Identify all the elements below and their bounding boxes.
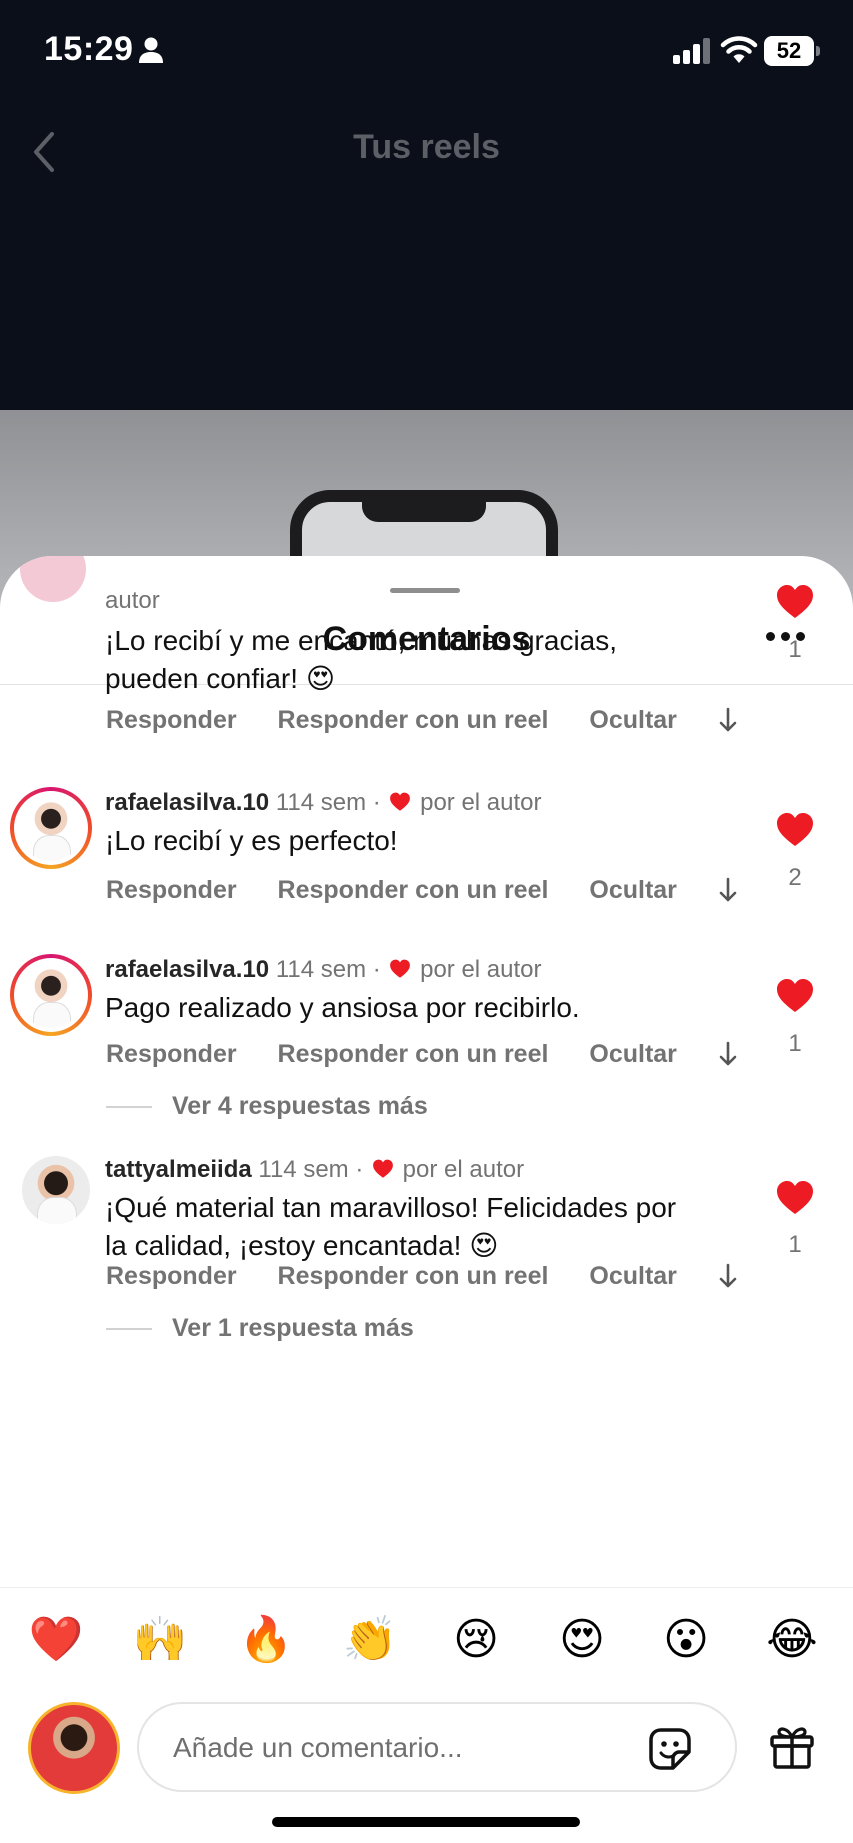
view-more-replies-label: Ver 4 respuestas más: [172, 1092, 428, 1120]
comment-meta: rafaelasilva.10 114 sem · por el autor: [105, 789, 542, 817]
sticker-icon[interactable]: [645, 1724, 695, 1774]
by-author-text: autor: [105, 587, 160, 614]
comment-input-placeholder: Añade un comentario...: [173, 1732, 463, 1763]
down-arrow-icon[interactable]: [718, 1040, 738, 1068]
emoji-bar: ❤️ 🙌 🔥 👏 😢 😍 😮 😂: [0, 1587, 853, 1687]
comment-actions: Responder Responder con un reel Ocultar: [106, 876, 711, 905]
battery-icon: 52: [764, 36, 820, 66]
down-arrow-icon[interactable]: [718, 876, 738, 904]
comment-composer: Añade un comentario...: [0, 1690, 853, 1810]
top-nav: Tus reels: [0, 100, 853, 200]
hide-button[interactable]: Ocultar: [589, 1040, 677, 1068]
emoji-fire[interactable]: 🔥: [236, 1612, 296, 1668]
comment-meta: tattyalmeiida 114 sem · por el autor: [105, 1156, 524, 1184]
hide-button[interactable]: Ocultar: [589, 706, 677, 734]
comment-time: 114 sem ·: [275, 956, 381, 983]
status-time: 15:29: [44, 30, 134, 68]
comment-text-line: ¡Qué material tan maravilloso! Felicidad…: [105, 1192, 677, 1223]
comment-text-line: ¡Lo recibí y me encantó, muchas gracias,: [105, 625, 618, 656]
heart-icon: [390, 959, 411, 978]
reply-with-reel-button[interactable]: Responder con un reel: [278, 706, 549, 734]
like-count: 1: [788, 636, 802, 663]
down-arrow-icon[interactable]: [718, 706, 738, 734]
signal-icon: [673, 38, 710, 64]
comment-time: 114 sem ·: [258, 1156, 364, 1183]
comment-meta: rafaelasilva.10 114 sem · por el autor: [105, 956, 542, 984]
heart-icon: [390, 792, 411, 811]
by-author-text: por el autor: [420, 789, 542, 816]
comment-text: Pago realizado y ansiosa por recibirlo.: [105, 992, 580, 1023]
username[interactable]: rafaelasilva.10: [105, 956, 269, 983]
like-count: 1: [788, 1030, 802, 1057]
person-icon: [139, 37, 163, 63]
page-title: Tus reels: [353, 128, 500, 166]
gift-icon[interactable]: [768, 1722, 816, 1770]
like-count: 1: [788, 1231, 802, 1258]
reply-button[interactable]: Responder: [106, 876, 237, 904]
comment-actions: Responder Responder con un reel Ocultar: [106, 1040, 711, 1069]
comment-meta: autor: [105, 587, 160, 615]
reply-button[interactable]: Responder: [106, 1040, 237, 1068]
hide-button[interactable]: Ocultar: [589, 1262, 677, 1290]
emoji-heart-eyes[interactable]: 😍: [552, 1612, 612, 1668]
username[interactable]: tattyalmeiida: [105, 1156, 252, 1183]
avatar[interactable]: [22, 1156, 90, 1224]
reply-button[interactable]: Responder: [106, 706, 237, 734]
down-arrow-icon[interactable]: [718, 1262, 738, 1290]
status-bar: 15:29 52: [0, 0, 853, 100]
comment-text: ¡Lo recibí y me encantó, muchas gracias,…: [105, 622, 725, 698]
reply-with-reel-button[interactable]: Responder con un reel: [278, 876, 549, 904]
heart-icon[interactable]: [775, 1180, 815, 1216]
comment-text-line: pueden confiar! 😍: [105, 663, 336, 694]
reply-with-reel-button[interactable]: Responder con un reel: [278, 1262, 549, 1290]
avatar[interactable]: [20, 556, 86, 602]
heart-icon[interactable]: [775, 978, 815, 1014]
comment-actions: Responder Responder con un reel Ocultar: [106, 1262, 711, 1291]
battery-level: 52: [764, 36, 814, 66]
view-more-replies-label: Ver 1 respuesta más: [172, 1314, 414, 1342]
sheet-grabber[interactable]: [390, 588, 460, 593]
comment-text: ¡Qué material tan maravilloso! Felicidad…: [105, 1189, 725, 1265]
comment-text-line: la calidad, ¡estoy encantada! 😍: [105, 1230, 499, 1261]
heart-icon[interactable]: [775, 812, 815, 848]
emoji-heart[interactable]: ❤️: [26, 1612, 86, 1668]
username[interactable]: rafaelasilva.10: [105, 789, 269, 816]
avatar: [28, 1702, 120, 1794]
heart-icon[interactable]: [775, 584, 815, 620]
hide-button[interactable]: Ocultar: [589, 876, 677, 904]
comment-input[interactable]: Añade un comentario...: [137, 1702, 737, 1792]
emoji-crying[interactable]: 😢: [446, 1612, 506, 1668]
avatar[interactable]: [10, 954, 92, 1036]
emoji-surprised[interactable]: 😮: [656, 1612, 716, 1668]
by-author-text: por el autor: [402, 1156, 525, 1183]
like-count: 2: [788, 864, 802, 891]
view-more-replies[interactable]: Ver 1 respuesta más: [106, 1314, 414, 1343]
wifi-icon: [720, 36, 758, 63]
view-more-replies[interactable]: Ver 4 respuestas más: [106, 1092, 428, 1121]
home-indicator: [272, 1817, 580, 1827]
comment-time: 114 sem ·: [275, 789, 381, 816]
avatar[interactable]: [10, 787, 92, 869]
comment-text: ¡Lo recibí y es perfecto!: [105, 825, 398, 856]
reply-with-reel-button[interactable]: Responder con un reel: [278, 1040, 549, 1068]
by-author-text: por el autor: [420, 956, 542, 983]
emoji-raised-hands[interactable]: 🙌: [130, 1612, 190, 1668]
heart-icon: [373, 1159, 393, 1178]
reply-button[interactable]: Responder: [106, 1262, 237, 1290]
emoji-clap[interactable]: 👏: [340, 1612, 400, 1668]
emoji-laughing[interactable]: 😂: [762, 1612, 822, 1668]
comment-actions: Responder Responder con un reel Ocultar: [106, 706, 711, 735]
